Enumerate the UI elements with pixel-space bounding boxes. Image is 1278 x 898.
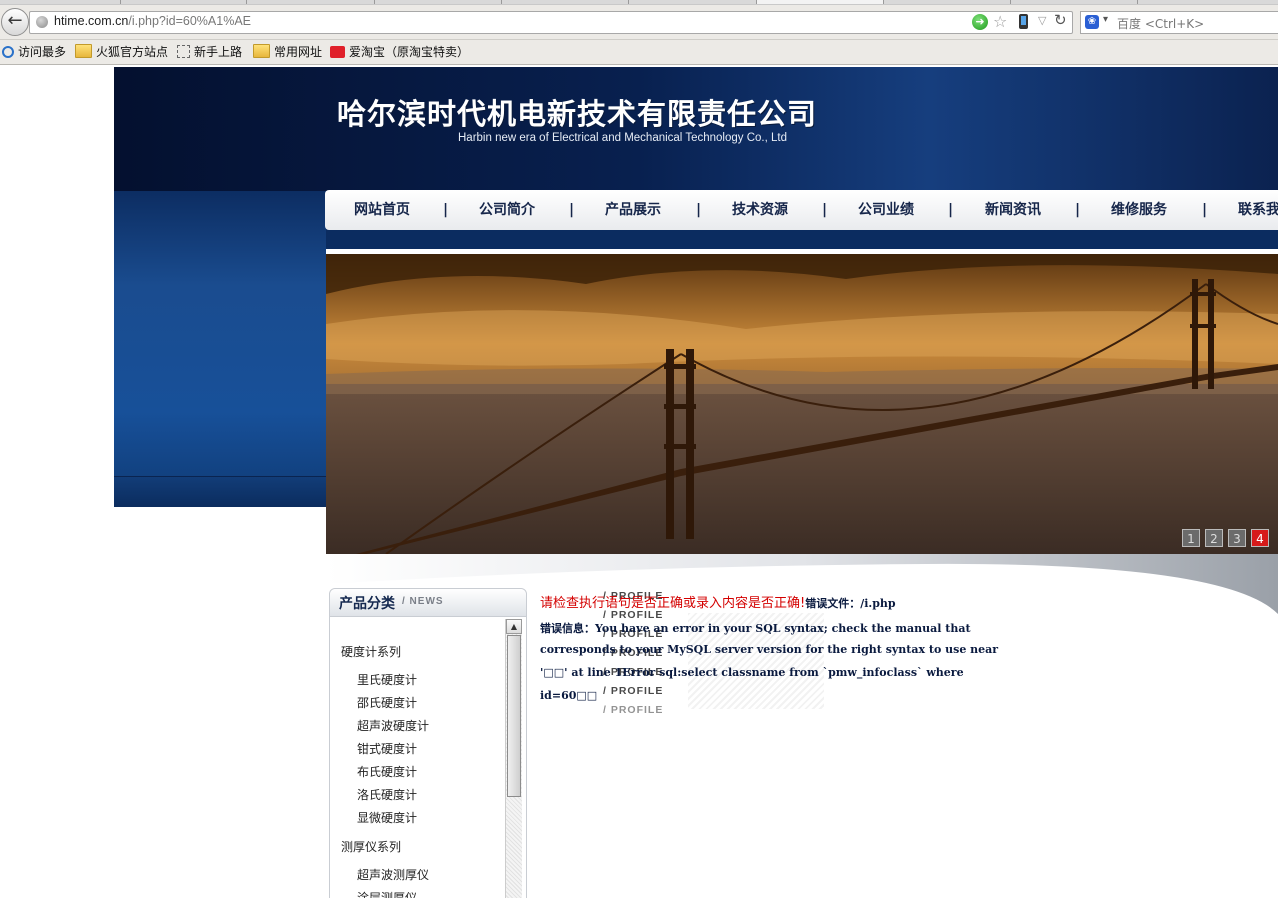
navigation-toolbar: ← htime.com.cn/i.php?id=60%A1%AE ➜ ☆ ▽ ↻… [0,5,1278,40]
url-path: /i.php?id=60%A1%AE [128,14,251,28]
sidebar-scrollbar[interactable]: ▲ [505,619,522,898]
nav-separator: | [948,202,954,218]
nav-repair-service[interactable]: 维修服务 [1111,190,1167,230]
company-name-cn: 哈尔滨时代机电新技术有限责任公司 [337,97,818,131]
baidu-paw-icon[interactable]: ❀ [1085,15,1099,29]
nav-home[interactable]: 网站首页 [354,190,410,230]
nav-separator: | [696,202,702,218]
tab[interactable] [121,0,247,4]
folder-icon [253,44,270,58]
back-arrow-icon: ← [7,10,23,31]
category-item[interactable]: 洛氏硬度计 [357,786,417,803]
error-line-1: 错误信息：You have an error in your SQL synta… [540,622,971,635]
category-group-hardness[interactable]: 硬度计系列 [341,643,401,660]
globe-icon [36,16,48,28]
company-name-en: Harbin new era of Electrical and Mechani… [458,132,787,144]
category-item[interactable]: 里氏硬度计 [357,671,417,688]
nav-separator: | [1202,202,1208,218]
tab-active[interactable] [757,0,884,4]
category-item[interactable]: 布氏硬度计 [357,763,417,780]
banner-page-4[interactable]: 4 [1251,529,1269,547]
hero-banner-image: 1 2 3 4 [326,254,1278,554]
tab[interactable] [0,0,121,4]
banner-page-1[interactable]: 1 [1182,529,1200,547]
scroll-thumb[interactable] [507,635,521,797]
url-host: htime.com.cn [54,14,129,28]
scroll-up-button[interactable]: ▲ [506,619,522,634]
nav-separator: | [1075,202,1081,218]
dashed-page-icon [177,45,190,58]
bookmarks-toolbar: 访问最多 火狐官方站点 新手上路 常用网址 爱淘宝（原淘宝特卖） [0,40,1278,65]
bookmark-common-sites[interactable]: 常用网址 [253,43,322,61]
nav-contact[interactable]: 联系我 [1238,190,1278,230]
error-line-2: corresponds to your MySQL server version… [540,643,999,656]
search-input[interactable]: 百度 <Ctrl+K> [1117,15,1204,32]
error-file: 错误文件：/i.php [805,597,896,610]
nav-news[interactable]: 新闻资讯 [985,190,1041,230]
nav-products[interactable]: 产品展示 [605,190,661,230]
banner-page-2[interactable]: 2 [1205,529,1223,547]
nav-about[interactable]: 公司简介 [479,190,535,230]
sidebar-subtitle: / NEWS [402,596,444,607]
tab[interactable] [375,0,502,4]
bridge-illustration [326,254,1278,554]
main-navigation: 网站首页 | 公司简介 | 产品展示 | 技术资源 | 公司业绩 | 新闻资讯 … [325,190,1278,230]
tab[interactable] [247,0,375,4]
search-engine-dropdown-icon[interactable]: ▾ [1103,14,1108,25]
nav-achievements[interactable]: 公司业绩 [858,190,914,230]
bookmark-label: 访问最多 [18,45,67,59]
category-item[interactable]: 涂层测厚仪 [357,889,417,898]
profile-overlay-label: / PROFILE [603,704,664,716]
go-arrow-icon[interactable]: ➜ [972,14,988,30]
bookmark-star-icon[interactable]: ☆ [993,12,1007,31]
category-item[interactable]: 邵氏硬度计 [357,694,417,711]
banner-page-3[interactable]: 3 [1228,529,1246,547]
bookmark-getting-started[interactable]: 新手上路 [177,43,242,61]
tab[interactable] [1011,0,1138,4]
error-line-3: '□□' at line 1Error sql:select classname… [540,666,964,679]
tab[interactable] [884,0,1011,4]
back-button[interactable]: ← [1,8,29,36]
category-item[interactable]: 超声波测厚仪 [357,866,429,883]
bookmark-aitaobao[interactable]: 爱淘宝（原淘宝特卖） [330,43,469,61]
nav-tech-resources[interactable]: 技术资源 [732,190,788,230]
sidebar-title: 产品分类 [339,596,395,612]
tab[interactable] [1138,0,1278,4]
tab[interactable] [629,0,757,4]
bookmark-most-visited[interactable]: 访问最多 [2,43,66,61]
sidebar-header: 产品分类 / NEWS [330,589,526,617]
nav-separator: | [822,202,828,218]
category-group-thickness[interactable]: 测厚仪系列 [341,838,401,855]
error-title-line: 请检查执行语句是否正确或录入内容是否正确!错误文件：/i.php [540,592,896,611]
category-item[interactable]: 钳式硬度计 [357,740,417,757]
left-decor-block [114,191,326,507]
search-box[interactable]: ❀ ▾ 百度 <Ctrl+K> [1080,11,1278,34]
error-line-4: id=60□□ [540,689,598,702]
error-red-text: 请检查执行语句是否正确或录入内容是否正确! [540,596,806,611]
profile-overlay-label: / PROFILE [603,685,664,697]
bookmark-label: 爱淘宝（原淘宝特卖） [349,45,470,59]
magnifier-icon [2,46,14,58]
address-bar[interactable]: htime.com.cn/i.php?id=60%A1%AE ➜ ☆ ▽ ↻ [29,11,1073,34]
folder-icon [75,44,92,58]
web-page: 哈尔滨时代机电新技术有限责任公司 Harbin new era of Elect… [0,65,1278,898]
bookmark-label: 常用网址 [274,45,323,59]
tab[interactable] [502,0,629,4]
nav-separator: | [569,202,575,218]
bookmark-firefox-site[interactable]: 火狐官方站点 [75,43,168,61]
mobile-device-icon[interactable] [1019,14,1028,29]
reload-icon[interactable]: ↻ [1054,11,1067,29]
bookmark-label: 新手上路 [194,45,243,59]
product-category-sidebar: 产品分类 / NEWS ▲ 硬度计系列 里氏硬度计 邵氏硬度计 超声波硬度计 钳… [329,588,527,898]
category-item[interactable]: 超声波硬度计 [357,717,429,734]
taobao-icon [330,46,345,58]
bookmark-label: 火狐官方站点 [96,45,169,59]
category-item[interactable]: 显微硬度计 [357,809,417,826]
url-input[interactable]: htime.com.cn/i.php?id=60%A1%AE [54,14,251,28]
nav-separator: | [443,202,449,218]
url-dropdown-icon[interactable]: ▽ [1038,14,1046,27]
